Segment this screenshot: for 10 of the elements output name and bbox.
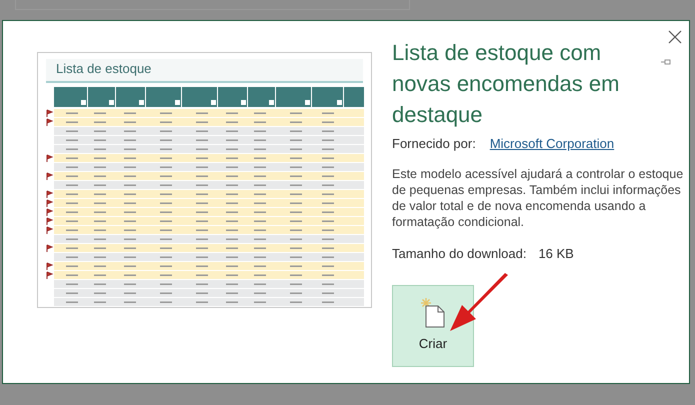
template-title: Lista de estoque com novas encomendas em destaque — [392, 39, 620, 129]
pin-icon[interactable] — [661, 59, 671, 65]
size-label: Tamanho do download: — [392, 244, 526, 262]
create-button[interactable]: Criar — [392, 285, 474, 367]
provider-label: Fornecido por: — [392, 135, 476, 153]
size-value: 16 KB — [538, 244, 574, 262]
preview-title: Lista de estoque — [46, 59, 363, 82]
template-description: Este modelo acessível ajudará a controlar o estoque de pequenas empresas. Também inclui informações de valor total e de nova encomenda usando a formatação condicional. — [392, 166, 684, 230]
provider-link[interactable]: Microsoft Corporation — [490, 134, 614, 154]
new-document-icon — [421, 298, 445, 328]
